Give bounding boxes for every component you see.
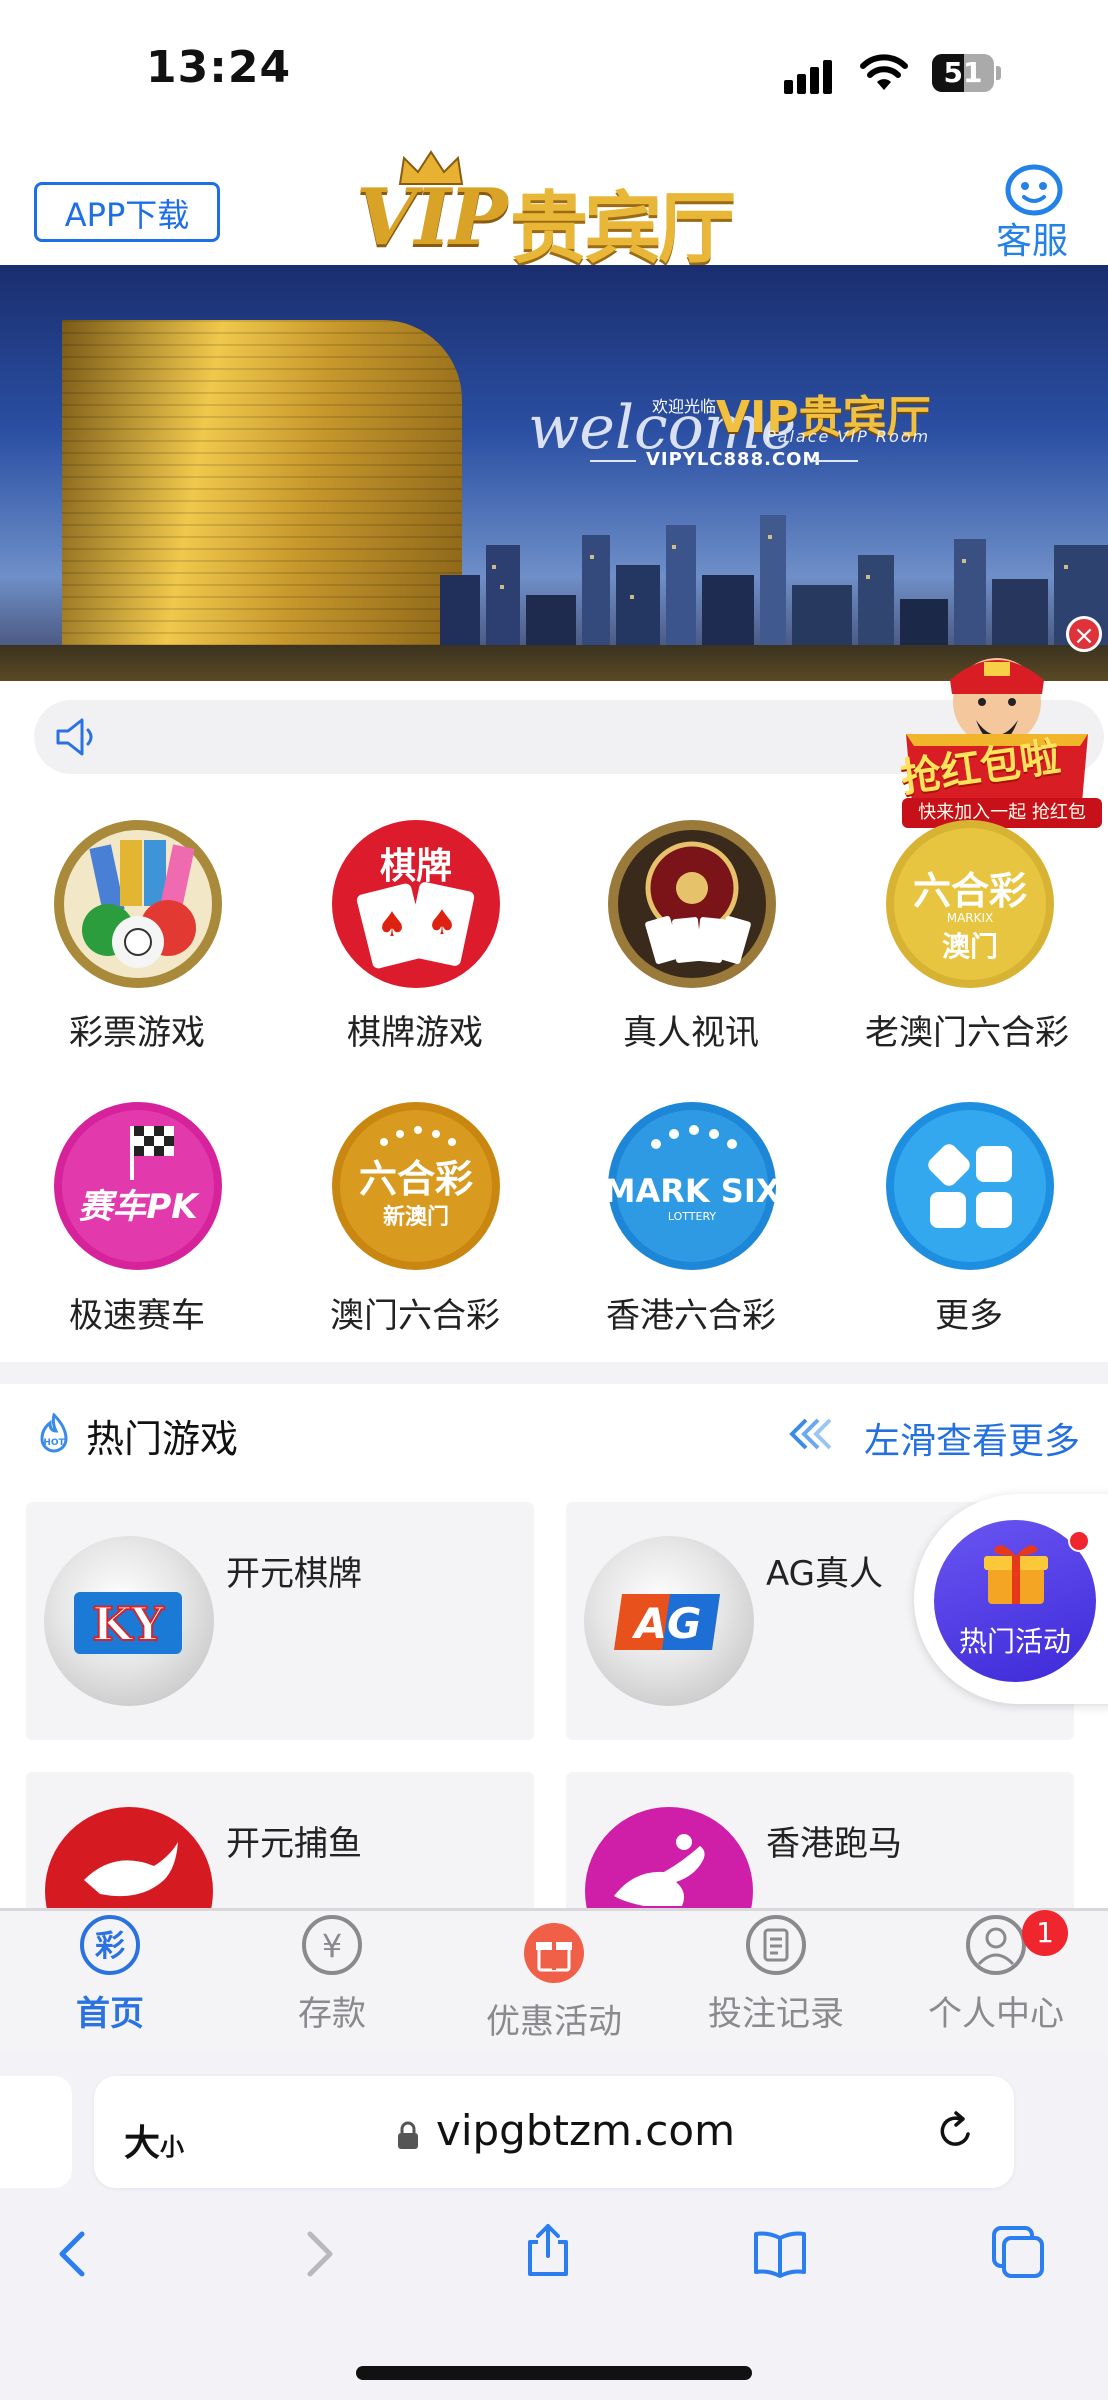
banner-rule-right [812,460,858,462]
game-name-hk-racing[interactable]: 香港跑马 [766,1816,902,1865]
card-games-icon[interactable]: ♠ ♠ 棋牌 [330,818,502,990]
section-divider [0,1362,1108,1384]
ag-logo-mark: AG [614,1594,720,1650]
svg-text:♠: ♠ [427,903,457,943]
tab-label-deposit: 存款 [298,1994,366,2034]
customer-service-label[interactable]: 客服 [996,212,1068,264]
live-casino-icon[interactable] [606,818,778,990]
game-name-ky-fishing[interactable]: 开元捕鱼 [226,1816,362,1865]
banner-rule-left [590,460,636,462]
promo-close-button[interactable]: × [1066,616,1102,652]
yuan-coin-icon: ¥ [302,1915,362,1975]
address-url[interactable]: vipgbtzm.com [436,2106,735,2155]
swipe-more-link[interactable]: 左滑查看更多 [864,1412,1080,1464]
tab-label-home: 首页 [76,1994,144,2034]
previous-tab-preview[interactable] [0,2076,72,2188]
speed-racing-icon-text: 赛车PK [78,1187,200,1227]
swipe-left-arrows-icon [789,1418,832,1450]
hot-badge-text: HOT [43,1438,65,1448]
hotel-tower-stripes [62,320,462,660]
home-indicator [356,2366,752,2380]
category-label-racing[interactable]: 极速赛车 [2,1288,272,1337]
forward-icon[interactable] [290,2226,346,2282]
category-label-old-macau[interactable]: 老澳门六合彩 [834,1005,1100,1054]
category-label-hk[interactable]: 香港六合彩 [556,1288,826,1337]
tab-label-profile: 个人中心 [928,1994,1064,2034]
game-name-ky-chess[interactable]: 开元棋牌 [226,1546,362,1595]
home-icon-glyph: 彩 [95,1929,125,1964]
category-label-more[interactable]: 更多 [834,1288,1104,1337]
share-icon[interactable] [520,2222,576,2278]
speed-racing-icon[interactable]: 赛车PK [52,1100,224,1272]
macau-mark-six-icon[interactable]: 六合彩 新澳门 [330,1100,502,1272]
reload-icon[interactable] [934,2110,978,2154]
bet-record-icon [746,1915,806,1975]
promo-banner[interactable]: welcome 欢迎光临 VIP贵宾厅 Palace VIP Room VIPY… [0,265,1108,681]
tab-label-promotions: 优惠活动 [486,2002,622,2042]
user-profile-icon [966,1915,1026,1975]
ky-logo-text: KY [92,1597,165,1651]
gift-tab-icon [524,1923,584,1983]
speaker-icon [56,718,93,756]
back-icon[interactable] [46,2226,102,2282]
ky-logo-mark: KY [74,1592,182,1654]
tab-bet-records[interactable]: 投注记录 [676,1914,876,2035]
text-size-big: 大 [124,2123,161,2164]
lottery-games-icon[interactable] [52,818,224,990]
banner-welcome-cn: 欢迎光临 [652,397,717,416]
vip-logo[interactable]: VIP 贵宾厅 [350,150,760,274]
macau-icon-sub: 新澳门 [383,1204,449,1230]
macau-icon-text: 六合彩 [359,1157,473,1201]
bookmarks-icon[interactable] [752,2226,808,2282]
fishing-logo-icon [45,1807,213,1908]
hk-mark-six-icon[interactable]: MARK SIX LOTTERY [606,1100,778,1272]
hk-mark-six-icon-text: MARK SIX [606,1172,778,1210]
ag-logo-text: AG [632,1599,702,1648]
tab-deposit[interactable]: ¥ 存款 [232,1914,432,2035]
old-macau-icon-text: 六合彩 [913,869,1027,913]
profile-notification-badge: 1 [1022,1910,1068,1956]
battery-level: 51 [943,56,983,89]
svg-text:LOTTERY: LOTTERY [668,1210,717,1223]
category-label-lottery[interactable]: 彩票游戏 [2,1005,272,1054]
category-label-macau[interactable]: 澳门六合彩 [280,1288,550,1337]
tab-label-bet-records: 投注记录 [708,1994,844,2034]
banner-subtitle: Palace VIP Room [766,427,931,446]
category-label-cards[interactable]: 棋牌游戏 [280,1005,550,1054]
cellular-signal-icon [784,58,842,94]
more-apps-icon[interactable] [884,1100,1056,1272]
hot-flame-icon: HOT [40,1413,68,1453]
deposit-icon-glyph: ¥ [322,1927,342,1965]
hot-activity-notification-dot [1068,1530,1090,1552]
customer-service-icon[interactable] [1004,164,1064,216]
svg-text:♠: ♠ [377,905,407,945]
wifi-icon [860,54,908,90]
logo-vip-text: VIP [356,172,508,263]
horse-racing-logo-icon [585,1807,753,1908]
status-time: 13:24 [146,42,292,93]
hot-games-title: 热门游戏 [86,1417,239,1461]
old-macau-icon-sub: 澳门 [942,930,998,963]
svg-text:MARKIX: MARKIX [947,911,994,925]
battery-icon: 51 [932,54,1004,94]
text-size-small: 小 [160,2133,185,2161]
card-games-icon-text: 棋牌 [380,846,452,887]
tab-home[interactable]: 彩 首页 [10,1914,210,2035]
lottery-home-icon: 彩 [80,1915,140,1975]
banner-url: VIPYLC888.COM [646,449,822,470]
category-label-live[interactable]: 真人视讯 [556,1005,826,1054]
logo-cn-text: 贵宾厅 [510,184,736,274]
text-size-button[interactable]: 大小 [124,2114,184,2166]
app-download-button[interactable]: APP下载 [34,182,220,242]
game-name-ag-live[interactable]: AG真人 [766,1546,883,1595]
hot-activity-label[interactable]: 热门活动 [934,1620,1096,1660]
tabs-icon[interactable] [990,2224,1046,2280]
lock-icon [398,2121,418,2149]
old-macau-mark-six-icon[interactable]: 六合彩 MARKIX 澳门 [884,818,1056,990]
tab-promotions[interactable]: 优惠活动 [454,1914,654,2043]
gift-box-icon [984,1545,1048,1604]
